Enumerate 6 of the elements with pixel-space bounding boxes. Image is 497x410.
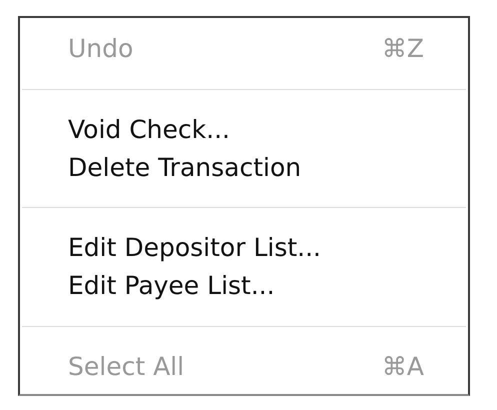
shortcut-label: ⌘A — [382, 350, 424, 383]
menu-item[interactable]: Edit Payee List... — [20, 269, 468, 304]
menu-item[interactable]: Edit Depositor List... — [20, 231, 468, 266]
menu-item[interactable]: Delete Transaction — [20, 150, 468, 185]
shortcut-label: ⌘Z — [382, 33, 424, 65]
menu-item[interactable]: Void Check... — [20, 112, 468, 147]
